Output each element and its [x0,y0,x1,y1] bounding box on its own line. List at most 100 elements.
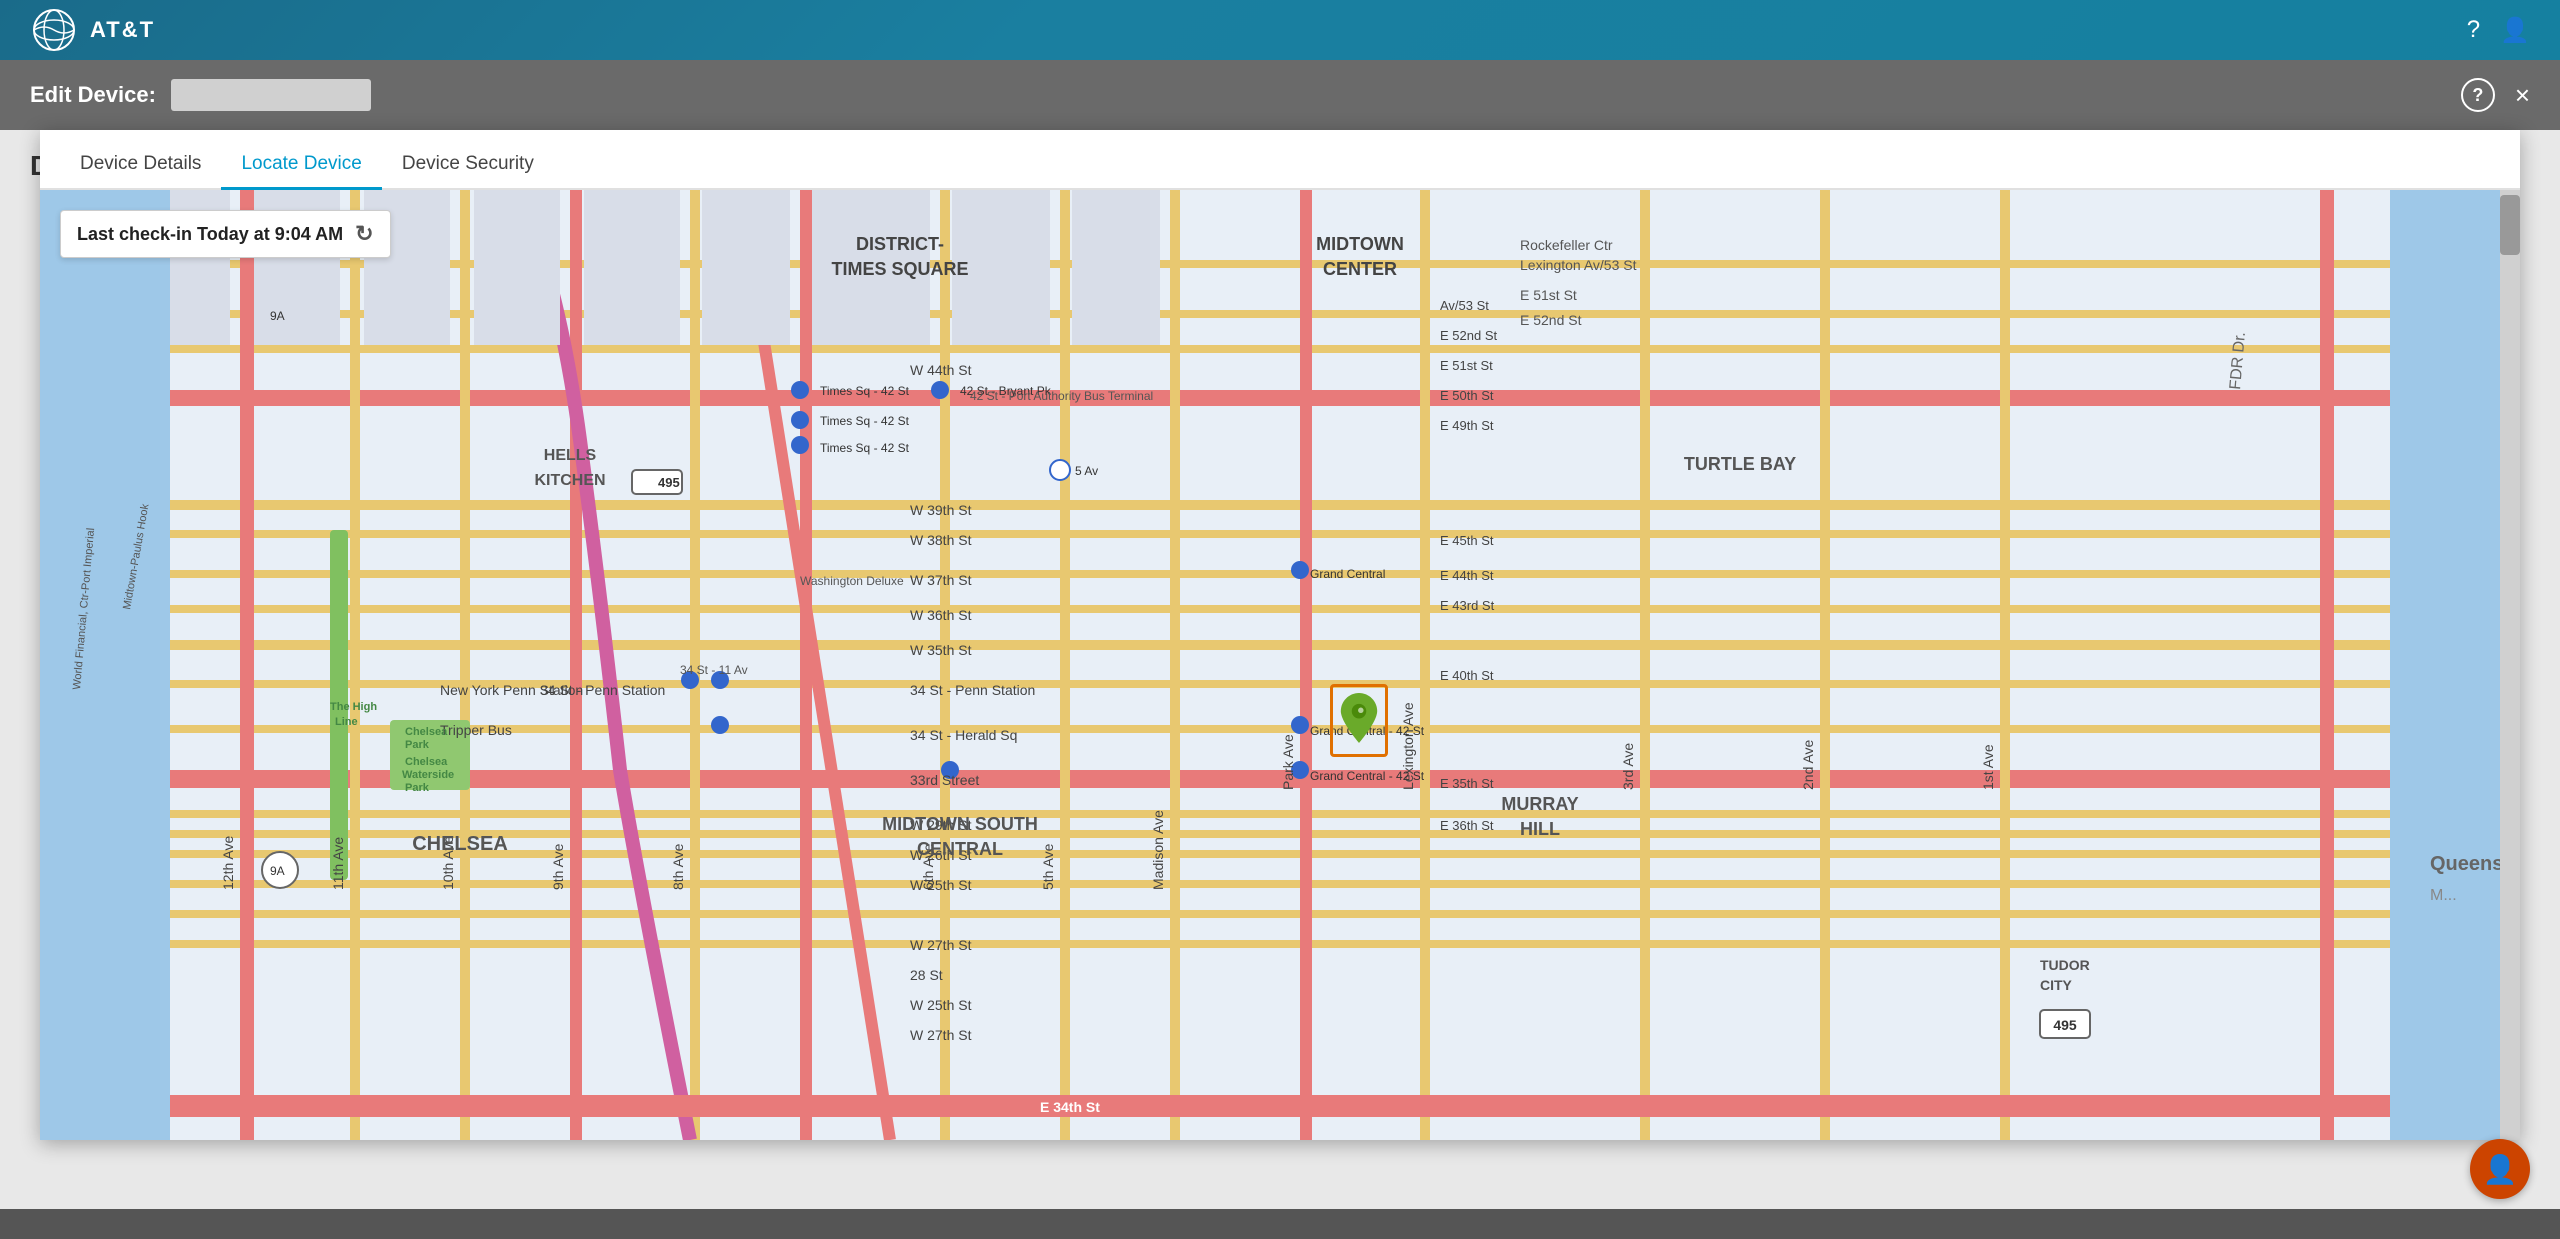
checkin-badge: Last check-in Today at 9:04 AM ↻ [60,210,391,258]
att-logo: AT&T [30,6,155,54]
street-grid-svg: W 44th St W 39th St W 38th St W 37th St … [40,190,2520,1140]
tab-device-details[interactable]: Device Details [60,141,221,190]
svg-text:5th Ave: 5th Ave [1040,843,1056,890]
svg-text:DISTRICT-: DISTRICT- [856,234,944,254]
svg-text:Grand Central - 42 St: Grand Central - 42 St [1310,769,1425,783]
header-user-icon[interactable]: 👤 [2500,16,2530,45]
svg-text:W 35th St: W 35th St [910,642,972,658]
svg-text:34 St - 11 Av: 34 St - 11 Av [680,663,748,677]
svg-text:Line: Line [335,716,358,728]
svg-text:5 Av: 5 Av [1075,464,1098,478]
svg-text:MURRAY: MURRAY [1501,794,1578,814]
svg-text:W 25th St: W 25th St [910,997,972,1013]
svg-text:E 44th St: E 44th St [1440,568,1494,583]
svg-text:KITCHEN: KITCHEN [534,472,605,489]
att-globe-icon [30,6,78,54]
map-scrollbar[interactable] [2500,190,2520,1140]
svg-text:42 St - Port Authority Bus Ter: 42 St - Port Authority Bus Terminal [970,389,1153,403]
svg-text:CENTER: CENTER [1323,259,1397,279]
svg-text:11th Ave: 11th Ave [330,837,346,890]
svg-text:HELLS: HELLS [544,447,597,464]
svg-text:E 43rd St: E 43rd St [1440,598,1495,613]
svg-text:W 27th St: W 27th St [910,1027,972,1043]
svg-text:W 36th St: W 36th St [910,607,972,623]
svg-text:Times Sq - 42 St: Times Sq - 42 St [820,414,910,428]
svg-text:Av/53 St: Av/53 St [1440,298,1489,313]
checkin-text: Last check-in Today at 9:04 AM [77,224,343,245]
map-pin-icon [1339,693,1379,743]
svg-text:New York Penn Station: New York Penn Station [440,682,583,698]
svg-text:495: 495 [658,475,680,490]
svg-text:E 36th St: E 36th St [1440,818,1494,833]
svg-text:Washington Deluxe: Washington Deluxe [800,574,904,588]
svg-text:Times Sq - 42 St: Times Sq - 42 St [820,384,910,398]
support-chat-avatar[interactable]: 👤 [2470,1139,2530,1199]
svg-text:34 St - Herald Sq: 34 St - Herald Sq [910,727,1017,743]
svg-text:28 St: 28 St [910,967,943,983]
svg-text:MIDTOWN SOUTH: MIDTOWN SOUTH [882,814,1038,834]
modal-help-button[interactable]: ? [2461,78,2495,112]
svg-text:W 27th St: W 27th St [910,937,972,953]
svg-text:Park: Park [405,782,430,794]
svg-text:34 St - Penn Station: 34 St - Penn Station [910,682,1035,698]
device-name-field [171,79,371,111]
tab-locate-device[interactable]: Locate Device [221,141,381,190]
svg-text:Chelsea: Chelsea [405,726,448,738]
svg-text:MIDTOWN: MIDTOWN [1316,234,1404,254]
map-pin-container [1330,684,1388,757]
svg-text:HILL: HILL [1520,819,1560,839]
svg-text:12th Ave: 12th Ave [220,836,236,890]
svg-text:8th Ave: 8th Ave [670,843,686,890]
modal-title-label: Edit Device: [30,82,156,108]
svg-text:E 40th St: E 40th St [1440,668,1494,683]
map-background: W 44th St W 39th St W 38th St W 37th St … [40,190,2520,1140]
svg-text:Park: Park [405,739,430,751]
support-avatar-icon: 👤 [2483,1153,2518,1186]
svg-text:TURTLE BAY: TURTLE BAY [1684,454,1796,474]
map-container: W 44th St W 39th St W 38th St W 37th St … [40,190,2520,1140]
refresh-button[interactable]: ↻ [355,221,373,247]
svg-text:M...: M... [2430,887,2457,904]
svg-text:E 35th St: E 35th St [1440,776,1494,791]
svg-text:TIMES SQUARE: TIMES SQUARE [831,259,968,279]
svg-text:CENTRAL: CENTRAL [917,839,1003,859]
svg-text:The High: The High [330,701,377,713]
svg-text:33rd Street: 33rd Street [910,772,979,788]
map-pin-highlight-box [1330,684,1388,757]
svg-text:Rockefeller Ctr: Rockefeller Ctr [1520,237,1613,253]
svg-text:W 44th St: W 44th St [910,362,972,378]
svg-text:E 34th St: E 34th St [1040,1099,1100,1115]
svg-text:CITY: CITY [2040,977,2073,993]
svg-text:W 38th St: W 38th St [910,532,972,548]
svg-text:W 37th St: W 37th St [910,572,972,588]
svg-text:E 49th St: E 49th St [1440,418,1494,433]
svg-text:E 51st St: E 51st St [1520,287,1577,303]
svg-text:495: 495 [2053,1017,2077,1033]
att-header: AT&T ? 👤 [0,0,2560,60]
modal-close-button[interactable]: × [2515,82,2530,108]
svg-text:W 39th St: W 39th St [910,502,972,518]
scrollbar-thumb[interactable] [2500,195,2520,255]
svg-text:E 50th St: E 50th St [1440,388,1494,403]
svg-text:Queens: Queens [2430,853,2503,875]
header-icon-group: ? 👤 [2467,16,2530,45]
svg-text:9th Ave: 9th Ave [550,843,566,890]
svg-text:9A: 9A [270,864,285,878]
att-brand-name: AT&T [90,17,155,43]
svg-text:E 51st St: E 51st St [1440,358,1493,373]
svg-text:CHELSEA: CHELSEA [412,833,508,855]
header-help-icon[interactable]: ? [2467,16,2480,44]
svg-text:2nd Ave: 2nd Ave [1800,739,1816,790]
svg-text:Chelsea: Chelsea [405,756,448,768]
svg-text:E 45th St: E 45th St [1440,533,1494,548]
modal-content: Device Details Locate Device Device Secu… [40,130,2520,1140]
svg-text:9A: 9A [270,309,285,323]
tab-device-security[interactable]: Device Security [382,141,554,190]
svg-text:3rd Ave: 3rd Ave [1620,743,1636,790]
svg-text:1st Ave: 1st Ave [1980,744,1996,790]
modal-header-actions: ? × [2461,78,2530,112]
modal-title-area: Edit Device: [30,79,371,111]
svg-text:Park Ave: Park Ave [1280,734,1296,790]
svg-text:Times Sq - 42 St: Times Sq - 42 St [820,441,910,455]
svg-text:TUDOR: TUDOR [2040,957,2090,973]
